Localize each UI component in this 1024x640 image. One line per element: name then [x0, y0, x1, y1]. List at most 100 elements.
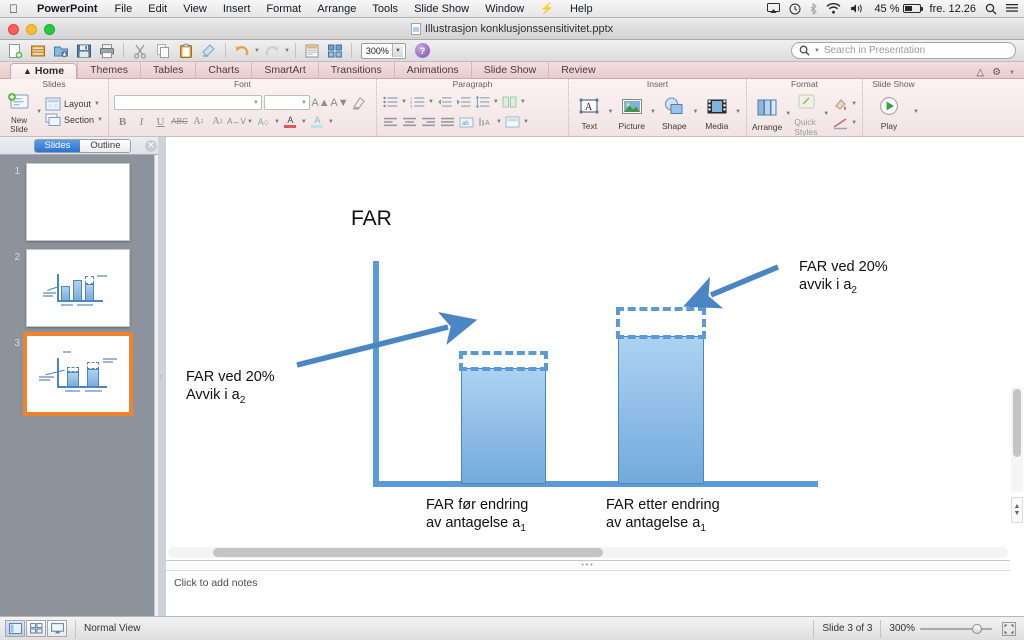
text-effects-dropdown-icon[interactable]: ▼: [274, 119, 280, 125]
character-spacing-icon[interactable]: A↔V: [227, 114, 246, 130]
redo-icon[interactable]: [261, 41, 283, 61]
section-button[interactable]: Section ▼: [45, 113, 103, 127]
menubar-clock[interactable]: fre. 12.26: [930, 3, 976, 15]
character-spacing-dropdown-icon[interactable]: ▼: [247, 119, 253, 125]
tab-slide-show[interactable]: Slide Show: [470, 62, 549, 78]
numbering-dropdown-icon[interactable]: ▼: [428, 99, 434, 105]
italic-button[interactable]: I: [133, 114, 150, 130]
new-slide-dropdown-icon[interactable]: ▼: [36, 109, 42, 115]
underline-button[interactable]: U: [152, 114, 169, 130]
smart-art-icon[interactable]: [324, 41, 346, 61]
battery-indicator[interactable]: 45 %: [874, 3, 923, 15]
highlight-dropdown-icon[interactable]: ▼: [328, 119, 334, 125]
presenter-view-icon[interactable]: [47, 620, 67, 637]
menu-arrange[interactable]: Arrange: [309, 3, 364, 15]
shrink-font-button[interactable]: A▼: [330, 95, 348, 111]
cut-icon[interactable]: [129, 41, 151, 61]
columns-dropdown-icon[interactable]: ▼: [520, 99, 526, 105]
menu-window[interactable]: Window: [477, 3, 532, 15]
chevron-down-icon[interactable]: ▼: [391, 44, 403, 57]
slide-sorter-icon[interactable]: [26, 620, 46, 637]
format-painter-icon[interactable]: [198, 41, 220, 61]
insert-media-button[interactable]: Media: [702, 94, 733, 131]
menu-insert[interactable]: Insert: [215, 3, 259, 15]
minimize-window-button[interactable]: [26, 24, 37, 35]
tab-themes[interactable]: Themes: [77, 62, 140, 78]
slide-chart-title[interactable]: FAR: [351, 207, 392, 231]
save-icon[interactable]: [73, 41, 95, 61]
insert-text-button[interactable]: A Text: [574, 94, 605, 131]
slide-steppers[interactable]: ▲ ▼: [1011, 497, 1023, 523]
zoom-slider-control[interactable]: 300%: [889, 623, 992, 634]
tab-tables[interactable]: Tables: [140, 62, 195, 78]
increase-indent-icon[interactable]: [455, 94, 472, 111]
undo-icon[interactable]: [231, 41, 253, 61]
vscroll-thumb[interactable]: [1013, 389, 1021, 457]
spotlight-icon[interactable]: [985, 3, 997, 15]
insert-text-dropdown-icon[interactable]: ▼: [608, 109, 614, 115]
play-dropdown-icon[interactable]: ▼: [913, 109, 919, 115]
search-input[interactable]: ▼ Search in Presentation: [791, 42, 1016, 59]
text-direction-icon[interactable]: ab: [458, 114, 475, 131]
subscript-button[interactable]: A2: [209, 114, 226, 130]
insert-shape-button[interactable]: Shape: [659, 94, 690, 131]
convert-smartart-dropdown-icon[interactable]: ▼: [523, 119, 529, 125]
insert-shape-dropdown-icon[interactable]: ▼: [693, 109, 699, 115]
time-machine-icon[interactable]: [789, 3, 801, 15]
airplay-icon[interactable]: [767, 3, 781, 14]
decrease-indent-icon[interactable]: [436, 94, 453, 111]
slide-thumbnail-2[interactable]: [26, 249, 130, 327]
list-item[interactable]: 1: [0, 163, 165, 241]
close-window-button[interactable]: [8, 24, 19, 35]
slide-thumbnail-3[interactable]: [23, 332, 133, 416]
sidebar-tab-outline[interactable]: Outline: [80, 139, 131, 152]
bullets-dropdown-icon[interactable]: ▼: [401, 99, 407, 105]
tab-transitions[interactable]: Transitions: [317, 62, 394, 78]
shape-fill-dropdown-icon[interactable]: ▼: [851, 101, 857, 107]
previous-slide-icon[interactable]: ▲: [1014, 503, 1021, 510]
slide-thumbnail-1[interactable]: [26, 163, 130, 241]
left-annotation-label[interactable]: FAR ved 20% Avvik i a2: [186, 369, 275, 407]
list-item[interactable]: 2: [0, 249, 165, 327]
category-label-1[interactable]: FAR før endring av antagelse a1: [426, 497, 528, 535]
hscroll-thumb[interactable]: [213, 548, 603, 557]
list-item[interactable]: 3: [0, 332, 165, 416]
align-right-icon[interactable]: [420, 114, 437, 131]
zoom-slider-knob[interactable]: [972, 623, 982, 634]
numbering-icon[interactable]: 123: [409, 94, 426, 111]
layout-button[interactable]: Layout ▼: [45, 97, 103, 111]
menu-help[interactable]: Help: [562, 3, 601, 15]
maximize-window-button[interactable]: [44, 24, 55, 35]
menu-view[interactable]: View: [175, 3, 215, 15]
chevron-up-icon[interactable]: △: [976, 67, 984, 78]
sidebar-view-toggle[interactable]: Slides Outline: [33, 138, 132, 153]
align-left-icon[interactable]: [382, 114, 399, 131]
open-icon[interactable]: [27, 41, 49, 61]
print-icon[interactable]: [96, 41, 118, 61]
strikethrough-button[interactable]: ABC: [171, 114, 188, 130]
quick-styles-dropdown-icon[interactable]: ▼: [823, 111, 829, 117]
panel-splitter[interactable]: …: [158, 137, 166, 616]
wifi-icon[interactable]: [826, 3, 841, 14]
menu-app-name[interactable]: PowerPoint: [28, 3, 107, 15]
tab-home[interactable]: ▲ Home: [10, 63, 78, 79]
arrange-button[interactable]: Arrange: [752, 95, 782, 132]
bluetooth-icon[interactable]: [810, 2, 818, 15]
quick-styles-button[interactable]: Quick Styles: [794, 90, 820, 137]
text-effects-icon[interactable]: A○: [255, 114, 272, 130]
search-options-icon[interactable]: ▼: [814, 48, 820, 54]
script-menu-icon[interactable]: ⚡: [532, 2, 562, 15]
notes-pane-divider[interactable]: •••: [166, 560, 1010, 571]
notes-pane[interactable]: Click to add notes: [166, 571, 1010, 616]
align-center-icon[interactable]: [401, 114, 418, 131]
font-color-dropdown-icon[interactable]: ▼: [301, 119, 307, 125]
menu-tools[interactable]: Tools: [364, 3, 406, 15]
columns-icon[interactable]: [501, 94, 518, 111]
font-name-input[interactable]: ▼: [114, 95, 262, 110]
normal-view-icon[interactable]: [5, 620, 25, 637]
close-icon[interactable]: ✕: [145, 139, 157, 152]
fit-to-window-icon[interactable]: [1002, 621, 1016, 636]
sidebar-tab-slides[interactable]: Slides: [34, 139, 81, 152]
gear-dropdown-icon[interactable]: ▼: [1009, 70, 1015, 76]
superscript-button[interactable]: A2: [190, 114, 207, 130]
